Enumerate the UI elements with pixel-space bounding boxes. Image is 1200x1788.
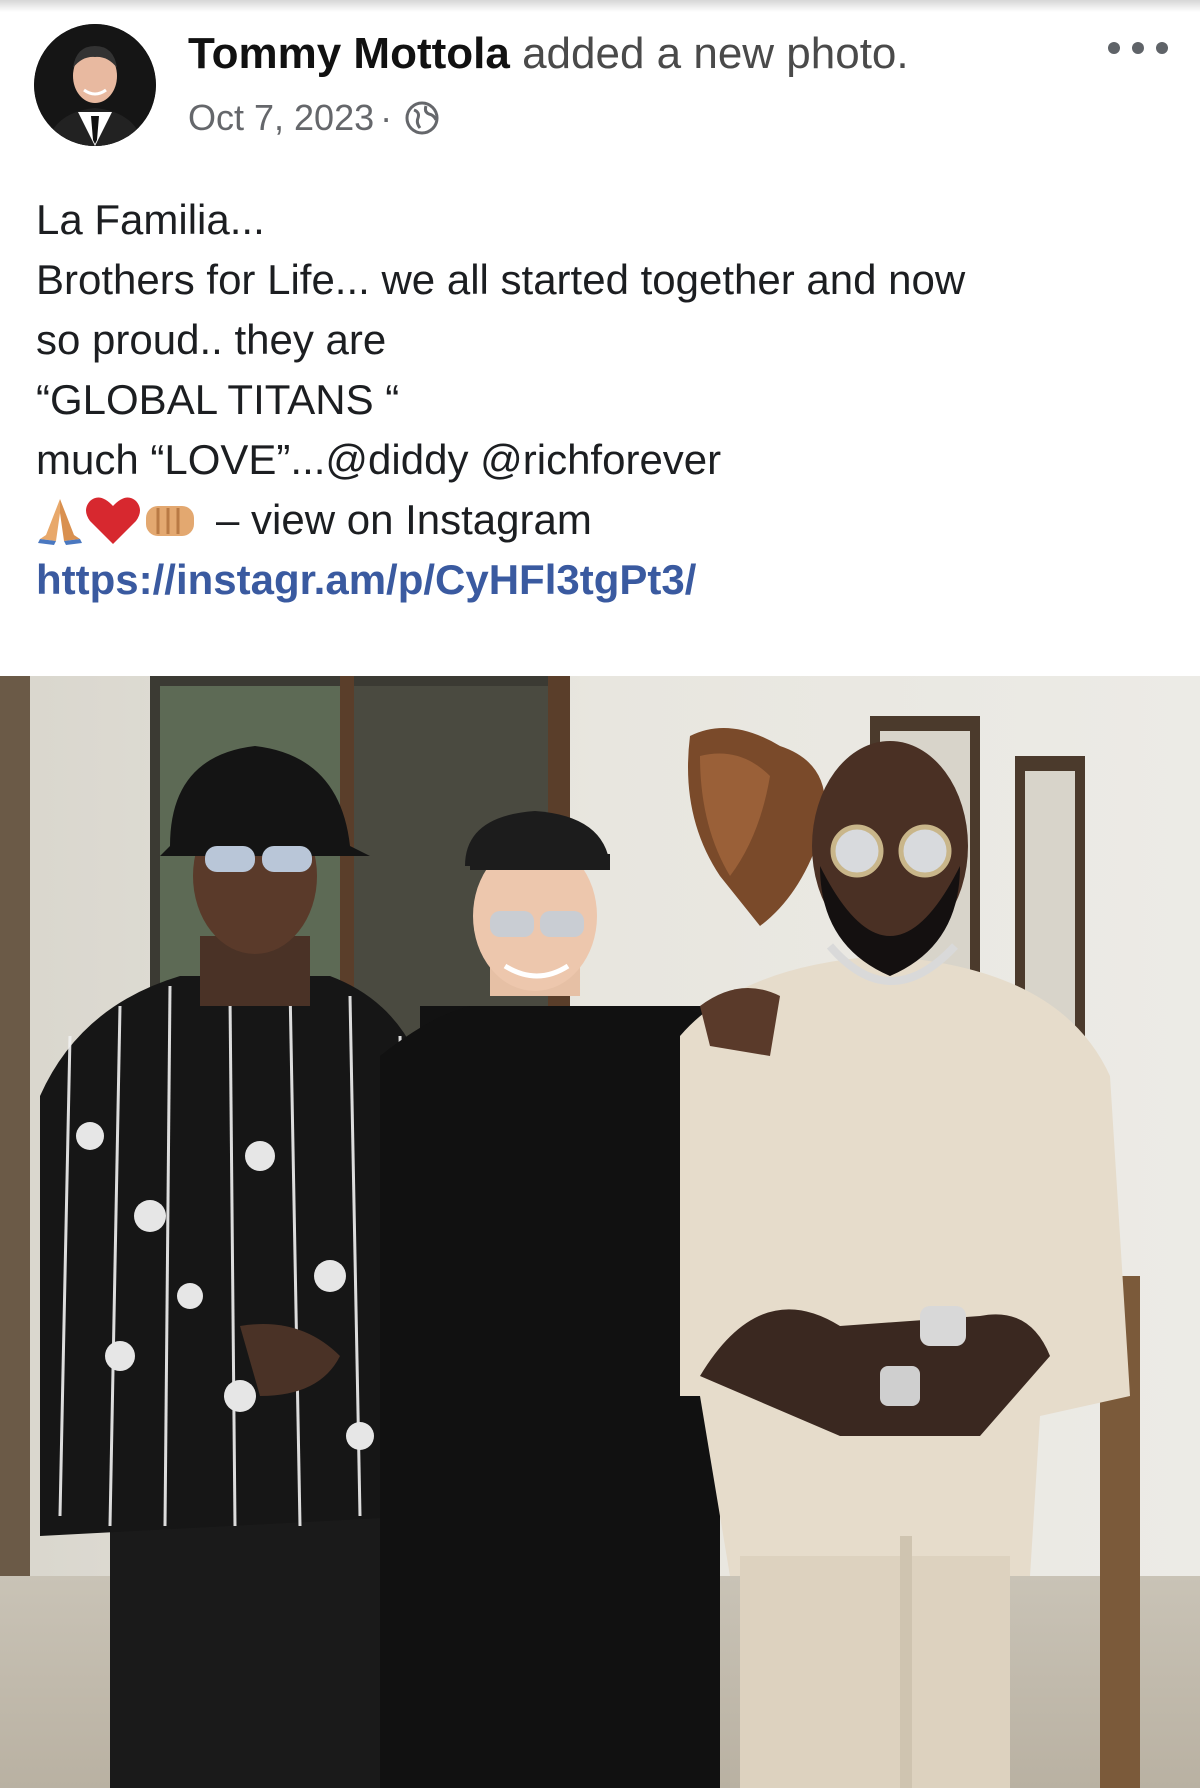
caption-line: “GLOBAL TITANS “	[36, 376, 400, 423]
author-name[interactable]: Tommy Mottola	[188, 29, 510, 78]
more-options-button[interactable]	[1108, 36, 1168, 60]
caption-line: La Familia...	[36, 196, 265, 243]
more-dot	[1132, 42, 1144, 54]
post-date[interactable]: Oct 7, 2023	[188, 96, 374, 140]
emoji-group	[36, 494, 198, 546]
caption-line: so proud.. they are	[36, 316, 387, 363]
meta-separator: ·	[380, 97, 393, 138]
globe-icon	[404, 100, 440, 136]
caption-line: much “LOVE”...@diddy @richforever	[36, 436, 722, 483]
post-header: Tommy Mottola added a new photo. Oct 7, …	[0, 0, 1200, 170]
instagram-text: – view on Instagram	[216, 496, 592, 543]
group-photo-image	[0, 676, 1200, 1788]
post-photo[interactable]	[0, 676, 1200, 1788]
post-meta: Oct 7, 2023 ·	[188, 96, 440, 140]
emoji-row: – view on Instagram	[36, 490, 1166, 550]
more-dot	[1156, 42, 1168, 54]
post-caption: La Familia... Brothers for Life... we al…	[36, 190, 1166, 610]
fist-bump-icon	[146, 506, 194, 536]
author-avatar[interactable]	[34, 24, 156, 146]
folded-hands-icon	[38, 499, 82, 545]
red-heart-icon	[86, 497, 140, 544]
author-line: Tommy Mottola added a new photo.	[188, 28, 909, 80]
instagram-link[interactable]: https://instagr.am/p/CyHFl3tgPt3/	[36, 556, 696, 603]
caption-line: Brothers for Life... we all started toge…	[36, 256, 966, 303]
more-options-icon	[1108, 42, 1120, 54]
post-action-text: added a new photo.	[522, 29, 909, 78]
